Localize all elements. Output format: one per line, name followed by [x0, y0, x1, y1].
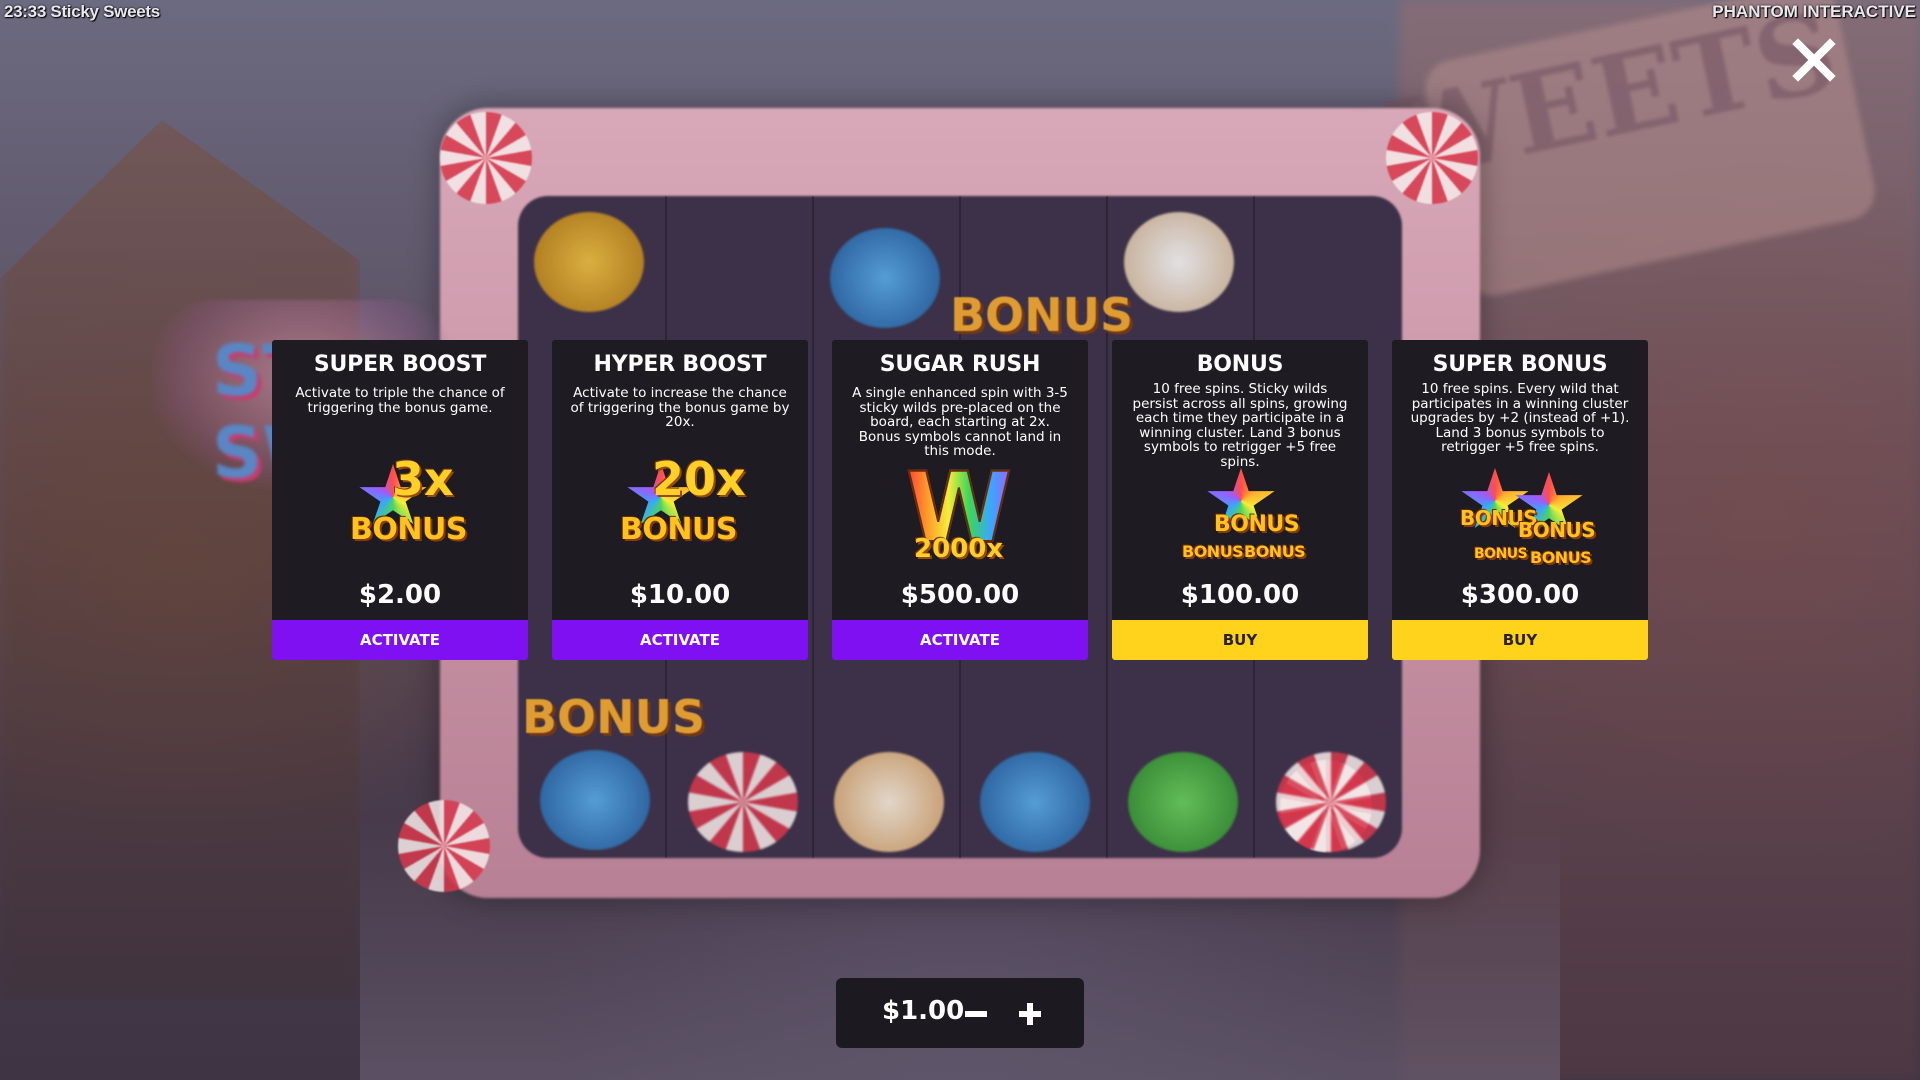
card-title: BONUS: [1196, 352, 1284, 377]
peppermint-symbol: [688, 752, 798, 852]
card-title: SUGAR RUSH: [879, 352, 1041, 377]
increase-bet-button[interactable]: [1016, 1000, 1044, 1028]
card-title: HYPER BOOST: [593, 352, 767, 377]
activate-super-boost-button[interactable]: ACTIVATE: [272, 620, 528, 660]
lollipop-decoration: [398, 800, 490, 892]
blue-candy-symbol: [830, 228, 940, 328]
icon-label: BONUS: [350, 512, 467, 547]
cupcake-symbol: [1124, 212, 1234, 312]
card-title: SUPER BONUS: [1432, 352, 1608, 377]
lollipop-decoration: [440, 112, 532, 204]
reel-divider: [812, 196, 814, 858]
card-title: SUPER BOOST: [313, 352, 487, 377]
icon-multiplier: 2000x: [914, 534, 1004, 564]
gold-candy-symbol: [534, 212, 644, 312]
icon-label: BONUS: [1530, 548, 1592, 567]
card-hyper-boost: HYPER BOOST Activate to increase the cha…: [552, 340, 808, 660]
bonus-symbol-text: BONUS: [522, 690, 706, 744]
close-button[interactable]: [1790, 36, 1838, 84]
card-description: 10 free spins. Sticky wilds persist acro…: [1132, 381, 1348, 470]
icon-label: BONUS: [1214, 512, 1300, 537]
card-description: A single enhanced spin with 3-5 sticky w…: [852, 385, 1068, 459]
green-candy-symbol: [1128, 752, 1238, 852]
close-icon: [1792, 38, 1836, 82]
bet-control: $1.00: [836, 978, 1084, 1048]
time-and-game-title: 23:33 Sticky Sweets: [4, 2, 160, 21]
decrease-bet-button[interactable]: [962, 1000, 990, 1028]
20x-bonus-star-icon: 20x BONUS: [590, 446, 770, 576]
wild-2000x-icon: W 2000x: [870, 457, 1050, 588]
card-price: $500.00: [900, 580, 1020, 610]
3x-bonus-star-icon: 3x BONUS: [310, 446, 490, 576]
icon-label: BONUS: [1474, 546, 1528, 562]
icon-label: BONUS: [1244, 542, 1306, 561]
activate-hyper-boost-button[interactable]: ACTIVATE: [552, 620, 808, 660]
icon-label: BONUS: [1518, 518, 1596, 542]
buy-super-bonus-button[interactable]: BUY: [1392, 620, 1648, 660]
lollipop-decoration: [1386, 112, 1478, 204]
card-bonus: BONUS 10 free spins. Sticky wilds persis…: [1112, 340, 1368, 660]
card-description: Activate to increase the chance of trigg…: [570, 385, 790, 430]
icon-multiplier: 3x: [392, 452, 454, 506]
card-price: $2.00: [358, 580, 442, 610]
icon-multiplier: 20x: [652, 452, 746, 506]
minus-icon: [965, 1011, 987, 1017]
icon-label: BONUS: [620, 512, 737, 547]
card-price: $300.00: [1460, 580, 1580, 610]
cupcake-symbol: [834, 752, 944, 852]
triple-bonus-symbol-icon: BONUS BONUS BONUS: [1150, 468, 1330, 598]
peppermint-symbol: [1276, 752, 1386, 852]
card-description: Activate to triple the chance of trigger…: [295, 385, 505, 416]
studio-name: PHANTOM INTERACTIVE: [1712, 2, 1916, 21]
bet-amount: $1.00: [882, 996, 965, 1026]
icon-label: BONUS: [1182, 542, 1244, 561]
quad-bonus-symbol-icon: BONUS BONUS BONUS BONUS: [1430, 468, 1610, 598]
buy-bonus-button[interactable]: BUY: [1112, 620, 1368, 660]
card-sugar-rush: SUGAR RUSH A single enhanced spin with 3…: [832, 340, 1088, 660]
activate-sugar-rush-button[interactable]: ACTIVATE: [832, 620, 1088, 660]
blue-candy-symbol: [540, 750, 650, 850]
plus-icon: [1019, 1003, 1041, 1025]
card-super-bonus: SUPER BONUS 10 free spins. Every wild th…: [1392, 340, 1648, 660]
card-price: $10.00: [629, 580, 731, 610]
card-super-boost: SUPER BOOST Activate to triple the chanc…: [272, 340, 528, 660]
card-price: $100.00: [1180, 580, 1300, 610]
bonus-symbol-text: BONUS: [950, 288, 1134, 342]
blue-candy-symbol: [980, 752, 1090, 852]
card-description: 10 free spins. Every wild that participa…: [1410, 381, 1630, 455]
